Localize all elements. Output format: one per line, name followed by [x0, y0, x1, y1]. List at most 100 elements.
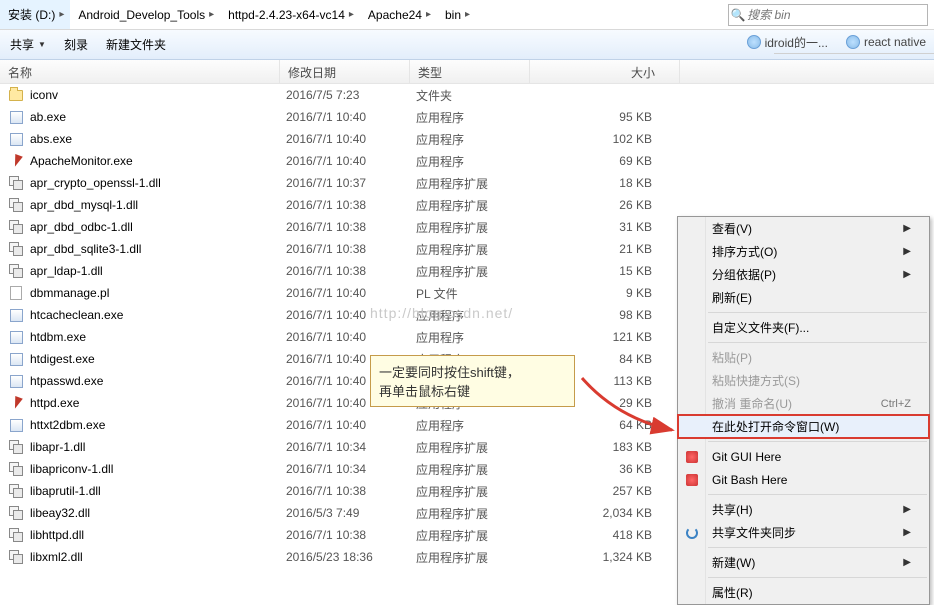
file-name: libhttpd.dll: [30, 528, 286, 542]
column-header[interactable]: 名称 修改日期 类型 大小: [0, 60, 934, 84]
col-name[interactable]: 名称: [0, 60, 280, 83]
dll-icon: [8, 263, 24, 279]
exe-icon: [8, 329, 24, 345]
file-type: 应用程序: [416, 307, 536, 324]
globe-icon: [846, 35, 860, 49]
file-name: abs.exe: [30, 132, 286, 146]
breadcrumb[interactable]: 安装 (D:)▸Android_Develop_Tools▸httpd-2.4.…: [0, 0, 476, 29]
col-type[interactable]: 类型: [410, 60, 530, 83]
file-name: ab.exe: [30, 110, 286, 124]
menu-paste: 粘贴(P): [678, 346, 929, 369]
exe-icon: [8, 307, 24, 323]
crumb[interactable]: Apache24▸: [360, 0, 437, 29]
file-name: libapr-1.dll: [30, 440, 286, 454]
file-size: 95 KB: [536, 110, 676, 124]
file-name: htdbm.exe: [30, 330, 286, 344]
dll-icon: [8, 549, 24, 565]
menu-git-bash[interactable]: Git Bash Here: [678, 468, 929, 491]
exe-icon: [8, 373, 24, 389]
file-name: apr_dbd_odbc-1.dll: [30, 220, 286, 234]
file-row[interactable]: ab.exe2016/7/1 10:40应用程序95 KB: [0, 106, 934, 128]
file-name: libxml2.dll: [30, 550, 286, 564]
file-date: 2016/7/1 10:37: [286, 176, 416, 190]
file-row[interactable]: apr_dbd_mysql-1.dll2016/7/1 10:38应用程序扩展2…: [0, 194, 934, 216]
crumb[interactable]: httpd-2.4.23-x64-vc14▸: [220, 0, 360, 29]
tab-react-native[interactable]: react native: [846, 35, 926, 49]
dll-icon: [8, 241, 24, 257]
menu-folder-sync[interactable]: 共享文件夹同步▶: [678, 521, 929, 544]
file-name: iconv: [30, 88, 286, 102]
burn-button[interactable]: 刻录: [64, 36, 88, 53]
file-name: libeay32.dll: [30, 506, 286, 520]
col-size[interactable]: 大小: [530, 60, 680, 83]
file-row[interactable]: ApacheMonitor.exe2016/7/1 10:40应用程序69 KB: [0, 150, 934, 172]
crumb[interactable]: 安装 (D:)▸: [0, 0, 70, 29]
file-name: apr_ldap-1.dll: [30, 264, 286, 278]
search-input[interactable]: [747, 8, 927, 22]
dll-icon: [8, 197, 24, 213]
file-date: 2016/7/1 10:38: [286, 264, 416, 278]
file-size: 18 KB: [536, 176, 676, 190]
file-size: 15 KB: [536, 264, 676, 278]
sync-icon: [684, 525, 700, 541]
file-size: 9 KB: [536, 286, 676, 300]
file-size: 36 KB: [536, 462, 676, 476]
tooltip-note: 一定要同时按住shift键， 再单击鼠标右键: [370, 355, 575, 407]
file-name: apr_dbd_mysql-1.dll: [30, 198, 286, 212]
file-row[interactable]: apr_crypto_openssl-1.dll2016/7/1 10:37应用…: [0, 172, 934, 194]
col-date[interactable]: 修改日期: [280, 60, 410, 83]
file-date: 2016/7/1 10:40: [286, 330, 416, 344]
menu-share[interactable]: 共享(H)▶: [678, 498, 929, 521]
file-size: 69 KB: [536, 154, 676, 168]
file-type: 应用程序: [416, 131, 536, 148]
menu-sort[interactable]: 排序方式(O)▶: [678, 240, 929, 263]
file-date: 2016/7/1 10:38: [286, 198, 416, 212]
share-button[interactable]: 共享▼: [10, 36, 46, 53]
file-type: 应用程序扩展: [416, 175, 536, 192]
file-date: 2016/7/1 10:38: [286, 220, 416, 234]
exe-icon: [8, 417, 24, 433]
file-name: libaprutil-1.dll: [30, 484, 286, 498]
dll-icon: [8, 527, 24, 543]
dll-icon: [8, 483, 24, 499]
file-name: htpasswd.exe: [30, 374, 286, 388]
file-size: 1,324 KB: [536, 550, 676, 564]
file-size: 183 KB: [536, 440, 676, 454]
tab-android[interactable]: idroid的一...: [747, 34, 828, 51]
new-folder-button[interactable]: 新建文件夹: [106, 36, 166, 53]
menu-new[interactable]: 新建(W)▶: [678, 551, 929, 574]
file-type: 应用程序扩展: [416, 219, 536, 236]
crumb[interactable]: Android_Develop_Tools▸: [70, 0, 220, 29]
globe-icon: [747, 35, 761, 49]
menu-customize-folder[interactable]: 自定义文件夹(F)...: [678, 316, 929, 339]
menu-git-gui[interactable]: Git GUI Here: [678, 445, 929, 468]
side-tabs: idroid的一... react native: [739, 30, 934, 54]
search-box[interactable]: 🔍: [728, 4, 928, 26]
file-size: 121 KB: [536, 330, 676, 344]
menu-properties[interactable]: 属性(R): [678, 581, 929, 604]
dll-icon: [8, 219, 24, 235]
dll-icon: [8, 505, 24, 521]
folder-icon: [8, 87, 24, 103]
file-date: 2016/7/1 10:40: [286, 308, 416, 322]
file-type: 应用程序扩展: [416, 461, 536, 478]
file-date: 2016/7/1 10:40: [286, 286, 416, 300]
file-date: 2016/7/1 10:40: [286, 418, 416, 432]
file-row[interactable]: abs.exe2016/7/1 10:40应用程序102 KB: [0, 128, 934, 150]
menu-undo-rename: 撤消 重命名(U)Ctrl+Z: [678, 392, 929, 415]
menu-open-command-window-here[interactable]: 在此处打开命令窗口(W): [678, 415, 929, 438]
file-type: 应用程序扩展: [416, 197, 536, 214]
file-row[interactable]: iconv2016/7/5 7:23文件夹: [0, 84, 934, 106]
menu-group[interactable]: 分组依据(P)▶: [678, 263, 929, 286]
crumb[interactable]: bin▸: [437, 0, 476, 29]
file-size: 26 KB: [536, 198, 676, 212]
file-date: 2016/7/1 10:40: [286, 110, 416, 124]
file-date: 2016/7/1 10:34: [286, 440, 416, 454]
file-name: ApacheMonitor.exe: [30, 154, 286, 168]
file-size: 98 KB: [536, 308, 676, 322]
file-date: 2016/5/3 7:49: [286, 506, 416, 520]
menu-view[interactable]: 查看(V)▶: [678, 217, 929, 240]
exered-icon: [8, 153, 24, 169]
menu-paste-shortcut: 粘贴快捷方式(S): [678, 369, 929, 392]
menu-refresh[interactable]: 刷新(E): [678, 286, 929, 309]
